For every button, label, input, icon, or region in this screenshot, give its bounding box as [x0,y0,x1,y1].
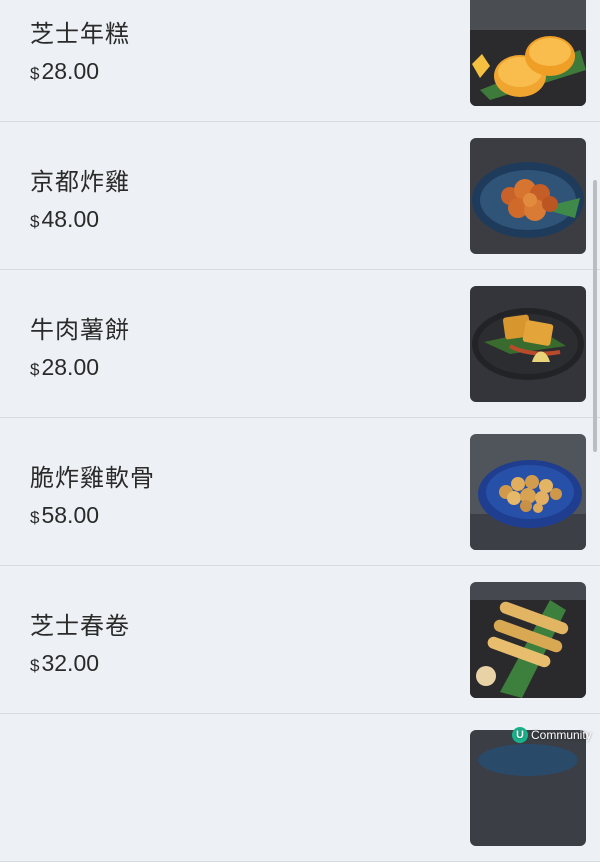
item-price: $58.00 [30,502,99,529]
price-amount: 32.00 [41,650,100,676]
menu-item[interactable]: 芝士年糕 $28.00 [0,0,600,122]
menu-list: 芝士年糕 $28.00 京都炸雞 $48.00 牛肉薯餅 $28.00 脆炸雞軟… [0,0,600,862]
menu-item[interactable]: 脆炸雞軟骨 $58.00 [0,418,600,566]
currency-symbol: $ [30,508,40,527]
price-amount: 58.00 [41,502,100,528]
item-price: $32.00 [30,650,99,677]
menu-item[interactable]: 牛肉薯餅 $28.00 [0,270,600,418]
item-name: 芝士春卷 [30,612,130,640]
dish-image[interactable] [470,286,586,402]
item-name: 京都炸雞 [30,168,130,196]
watermark: U Community [512,726,592,744]
price-amount: 48.00 [41,206,100,232]
price-amount: 28.00 [41,354,100,380]
currency-symbol: $ [30,656,40,675]
scrollbar[interactable] [593,180,597,452]
currency-symbol: $ [30,212,40,231]
item-price: $28.00 [30,354,99,381]
dish-image[interactable] [470,138,586,254]
dish-image[interactable] [470,434,586,550]
item-price: $48.00 [30,206,99,233]
dish-image[interactable] [470,0,586,106]
menu-item[interactable]: 芝士春卷 $32.00 [0,566,600,714]
dish-image[interactable] [470,582,586,698]
menu-item[interactable]: 京都炸雞 $48.00 [0,122,600,270]
price-amount: 28.00 [41,58,100,84]
item-name: 脆炸雞軟骨 [30,464,155,492]
menu-item[interactable] [0,714,600,862]
item-name: 芝士年糕 [30,20,130,48]
currency-symbol: $ [30,64,40,83]
currency-symbol: $ [30,360,40,379]
u-logo-icon: U [512,727,528,743]
dish-image[interactable] [470,730,586,846]
item-name: 牛肉薯餅 [30,316,130,344]
watermark-text: Community [531,728,592,742]
item-price: $28.00 [30,58,99,85]
